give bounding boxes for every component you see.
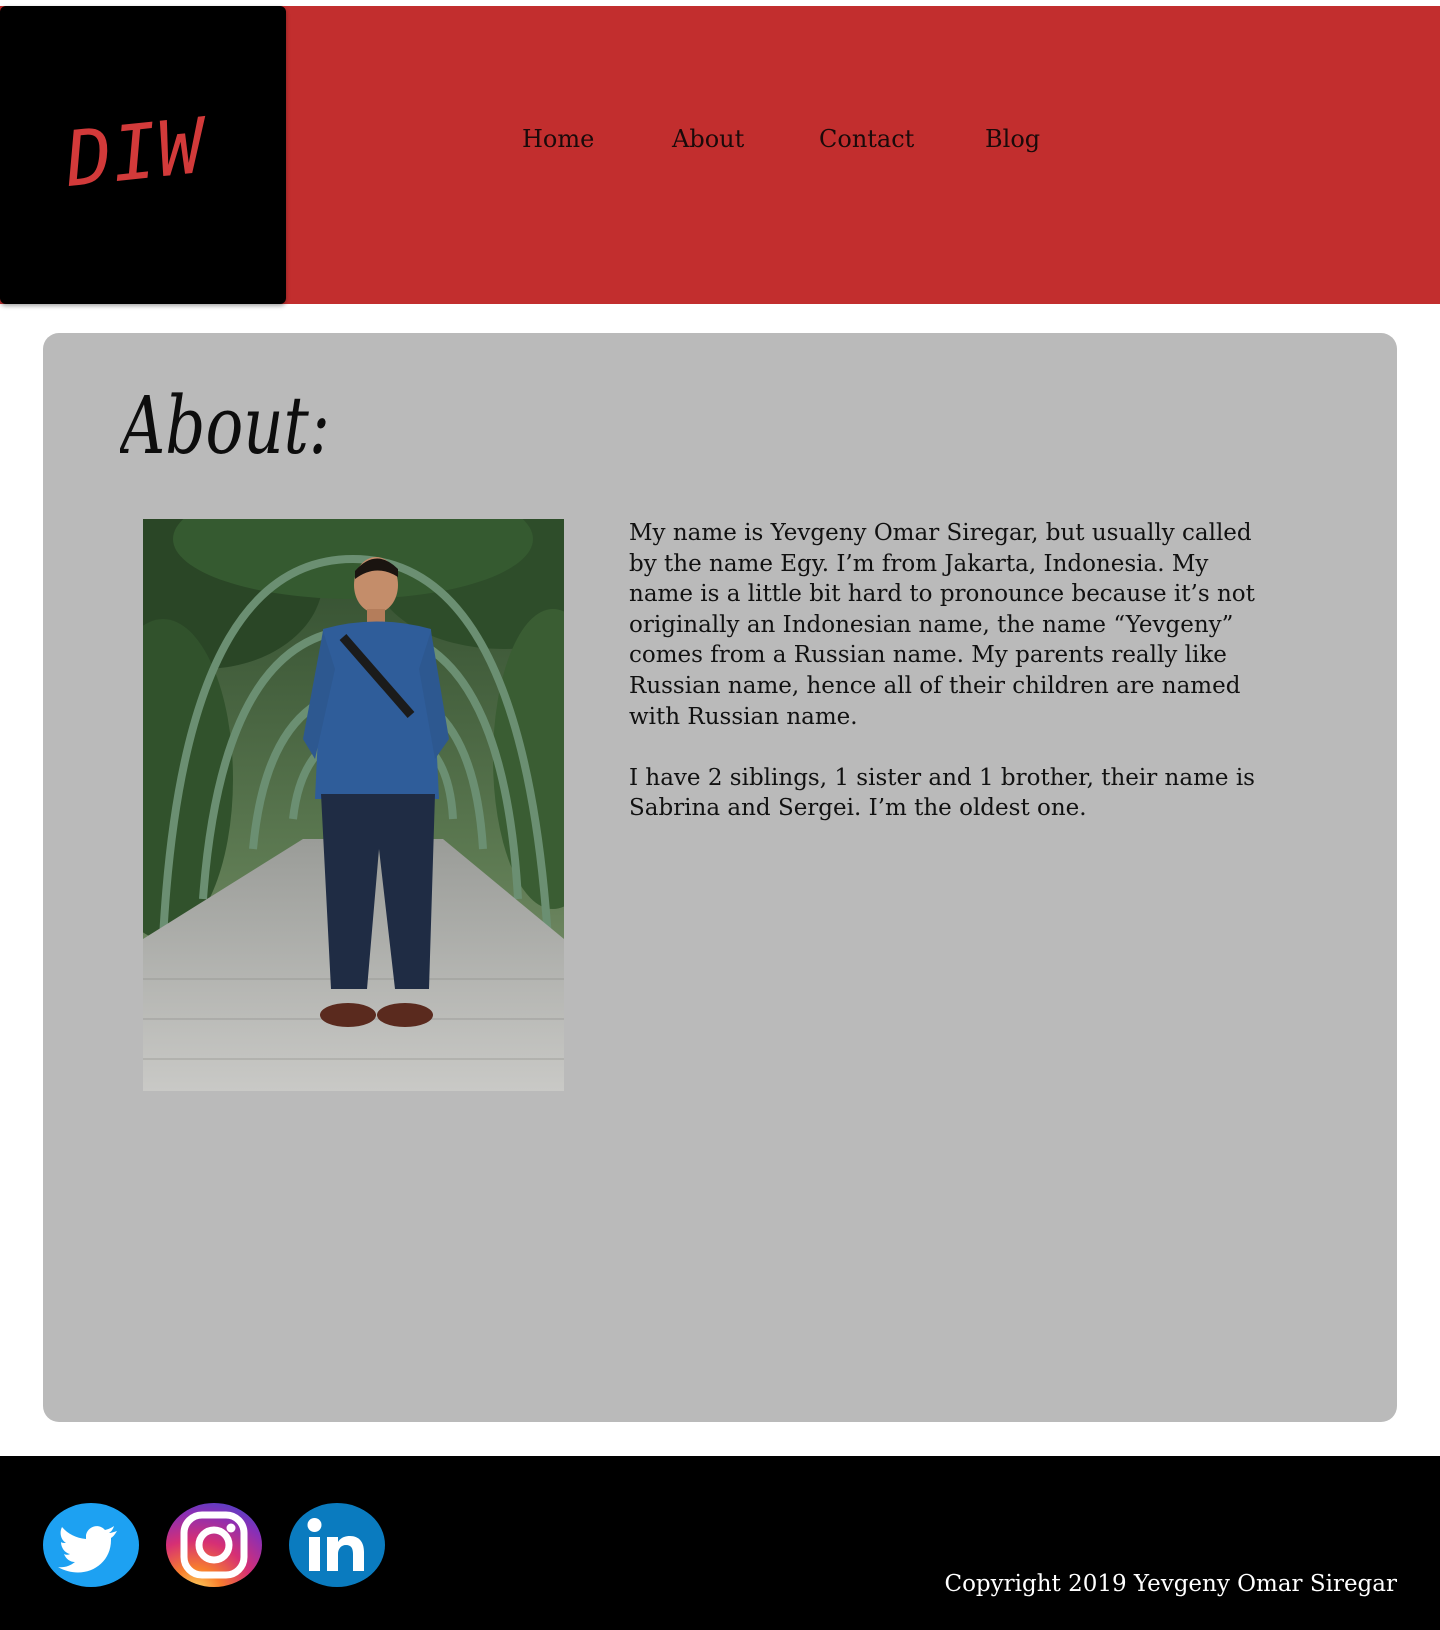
profile-photo bbox=[143, 519, 564, 1091]
nav-about[interactable]: About bbox=[672, 125, 744, 153]
profile-photo-image bbox=[143, 519, 564, 1091]
about-bio: My name is Yevgeny Omar Siregar, but usu… bbox=[629, 518, 1259, 855]
page: DIW Home About Contact Blog About: My na… bbox=[0, 0, 1440, 1630]
copyright-text: Copyright 2019 Yevgeny Omar Siregar bbox=[944, 1571, 1397, 1597]
nav-contact[interactable]: Contact bbox=[819, 125, 914, 153]
twitter-icon[interactable] bbox=[43, 1503, 139, 1587]
linkedin-icon[interactable] bbox=[289, 1503, 385, 1587]
bio-paragraph: I have 2 siblings, 1 sister and 1 brothe… bbox=[629, 764, 1255, 822]
instagram-icon[interactable] bbox=[166, 1503, 262, 1587]
page-title: About: bbox=[120, 379, 330, 472]
nav-blog[interactable]: Blog bbox=[985, 125, 1040, 153]
main-nav: Home About Contact Blog bbox=[0, 125, 1440, 165]
page-title-text: About: bbox=[120, 379, 330, 472]
nav-home[interactable]: Home bbox=[522, 125, 594, 153]
bio-paragraph: My name is Yevgeny Omar Siregar, but usu… bbox=[629, 520, 1255, 730]
